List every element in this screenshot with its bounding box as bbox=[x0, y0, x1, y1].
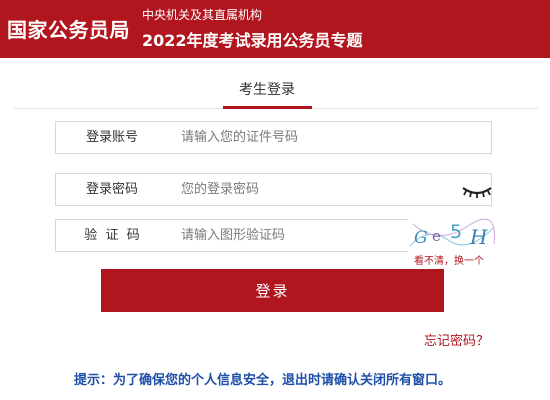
account-row: 登录账号 bbox=[55, 121, 492, 154]
tab-candidate-login[interactable]: 考生登录 bbox=[223, 79, 311, 99]
forgot-password-link[interactable]: 忘记密码？ bbox=[424, 330, 489, 349]
captcha-image[interactable]: G e 5 H bbox=[408, 216, 495, 252]
tab-active-indicator bbox=[223, 106, 312, 109]
login-button[interactable]: 登录 bbox=[101, 269, 444, 312]
svg-text:H: H bbox=[469, 225, 488, 249]
header-banner: 国家公务员局 中央机关及其直属机构 2022年度考试录用公务员专题 bbox=[0, 0, 550, 58]
password-row: 登录密码 bbox=[55, 173, 492, 206]
svg-text:5: 5 bbox=[450, 221, 462, 243]
account-input[interactable] bbox=[181, 122, 461, 153]
password-label: 登录密码 bbox=[85, 182, 138, 197]
header-subtitle: 中央机关及其直属机构 bbox=[142, 8, 263, 22]
password-input[interactable] bbox=[181, 174, 461, 205]
eye-closed-icon[interactable] bbox=[461, 184, 493, 200]
security-tip: 提示：为了确保您的个人信息安全，退出时请确认关闭所有窗口。 bbox=[74, 373, 452, 388]
account-label: 登录账号 bbox=[85, 130, 138, 145]
header-title: 2022年度考试录用公务员专题 bbox=[142, 31, 363, 50]
captcha-label: 验 证 码 bbox=[84, 228, 140, 243]
captcha-refresh-link[interactable]: 看不清，换一个 bbox=[414, 252, 484, 267]
svg-text:G: G bbox=[414, 228, 428, 248]
site-logo: 国家公务员局 bbox=[7, 18, 130, 42]
svg-text:e: e bbox=[432, 227, 441, 245]
